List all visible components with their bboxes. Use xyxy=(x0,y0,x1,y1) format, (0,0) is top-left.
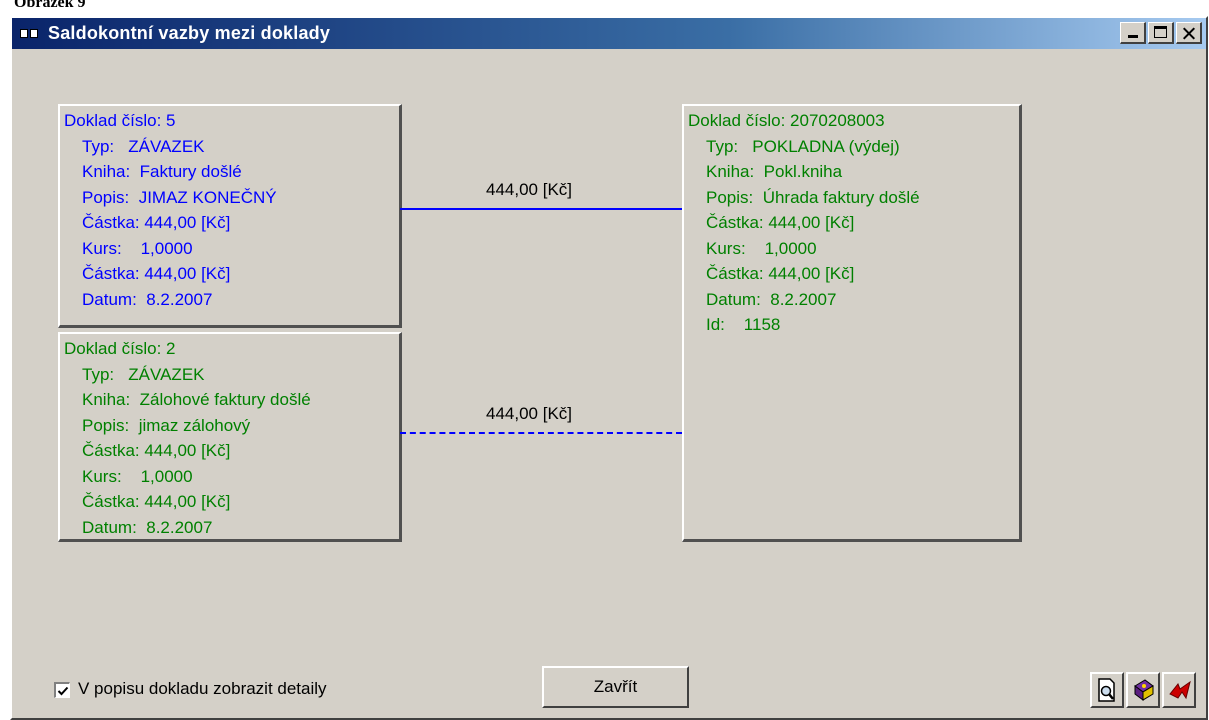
close-window-button[interactable] xyxy=(1176,22,1202,44)
help-book-button[interactable] xyxy=(1126,672,1160,708)
doc-date: Datum: 8.2.2007 xyxy=(82,289,213,309)
document-caption: Obrázek 9 xyxy=(14,0,86,11)
doc-rate: Kurs: 1,0000 xyxy=(82,238,193,258)
link-line-solid xyxy=(400,208,682,210)
exit-button[interactable] xyxy=(1162,672,1196,708)
print-preview-button[interactable] xyxy=(1090,672,1124,708)
app-icon xyxy=(20,26,42,42)
doc-type: Typ: ZÁVAZEK xyxy=(82,364,205,384)
doc-amount: Částka: 444,00 [Kč] xyxy=(706,213,855,232)
doc-amount: Částka: 444,00 [Kč] xyxy=(82,213,231,232)
doc-book: Kniha: Pokl.kniha xyxy=(706,162,843,181)
doc-date: Datum: 8.2.2007 xyxy=(706,289,837,309)
doc-id: Id: 1158 xyxy=(706,315,781,334)
minimize-button[interactable] xyxy=(1120,22,1146,44)
link-line-dashed xyxy=(400,432,682,434)
doc-amount-converted: Částka: 444,00 [Kč] xyxy=(82,264,231,283)
doc-description: Popis: JIMAZ KONEČNÝ xyxy=(82,187,277,207)
help-book-icon xyxy=(1134,679,1154,701)
dialog-window: Saldokontní vazby mezi doklady Doklad čí… xyxy=(10,16,1208,720)
window-title: Saldokontní vazby mezi doklady xyxy=(48,23,331,43)
doc-type: Typ: POKLADNA (výdej) xyxy=(706,136,900,156)
doc-amount-converted: Částka: 444,00 [Kč] xyxy=(706,264,855,283)
doc-number: Doklad číslo: 2 xyxy=(64,339,176,358)
close-button[interactable]: Zavřít xyxy=(542,666,689,708)
link-amount-label: 444,00 [Kč] xyxy=(486,404,573,423)
window-controls xyxy=(1118,22,1202,44)
doc-number: Doklad číslo: 5 xyxy=(64,111,176,130)
show-details-checkbox[interactable] xyxy=(54,682,70,698)
doc-date: Datum: 8.2.2007 xyxy=(82,517,213,537)
title-bar[interactable]: Saldokontní vazby mezi doklady xyxy=(12,18,1206,49)
link-amount-label: 444,00 [Kč] xyxy=(486,180,573,199)
doc-description: Popis: Úhrada faktury došlé xyxy=(706,187,920,207)
document-box-2[interactable]: Doklad číslo: 2 Typ: ZÁVAZEK Kniha: Zálo… xyxy=(58,332,402,542)
maximize-button[interactable] xyxy=(1148,22,1174,44)
doc-number: Doklad číslo: 2070208003 xyxy=(688,111,885,130)
doc-book: Kniha: Zálohové faktury došlé xyxy=(82,390,311,409)
doc-rate: Kurs: 1,0000 xyxy=(82,466,193,486)
doc-type: Typ: ZÁVAZEK xyxy=(82,136,205,156)
show-details-label[interactable]: V popisu dokladu zobrazit detaily xyxy=(78,679,327,699)
document-box-5[interactable]: Doklad číslo: 5 Typ: ZÁVAZEK Kniha: Fakt… xyxy=(58,104,402,328)
exit-icon xyxy=(1169,680,1191,700)
doc-book: Kniha: Faktury došlé xyxy=(82,162,242,181)
doc-amount-converted: Částka: 444,00 [Kč] xyxy=(82,492,231,511)
document-box-2070208003[interactable]: Doklad číslo: 2070208003 Typ: POKLADNA (… xyxy=(682,104,1022,542)
doc-amount: Částka: 444,00 [Kč] xyxy=(82,441,231,460)
doc-rate: Kurs: 1,0000 xyxy=(706,238,817,258)
doc-description: Popis: jimaz zálohový xyxy=(82,415,251,435)
print-preview-icon xyxy=(1098,678,1115,702)
checkmark-icon xyxy=(57,686,69,696)
